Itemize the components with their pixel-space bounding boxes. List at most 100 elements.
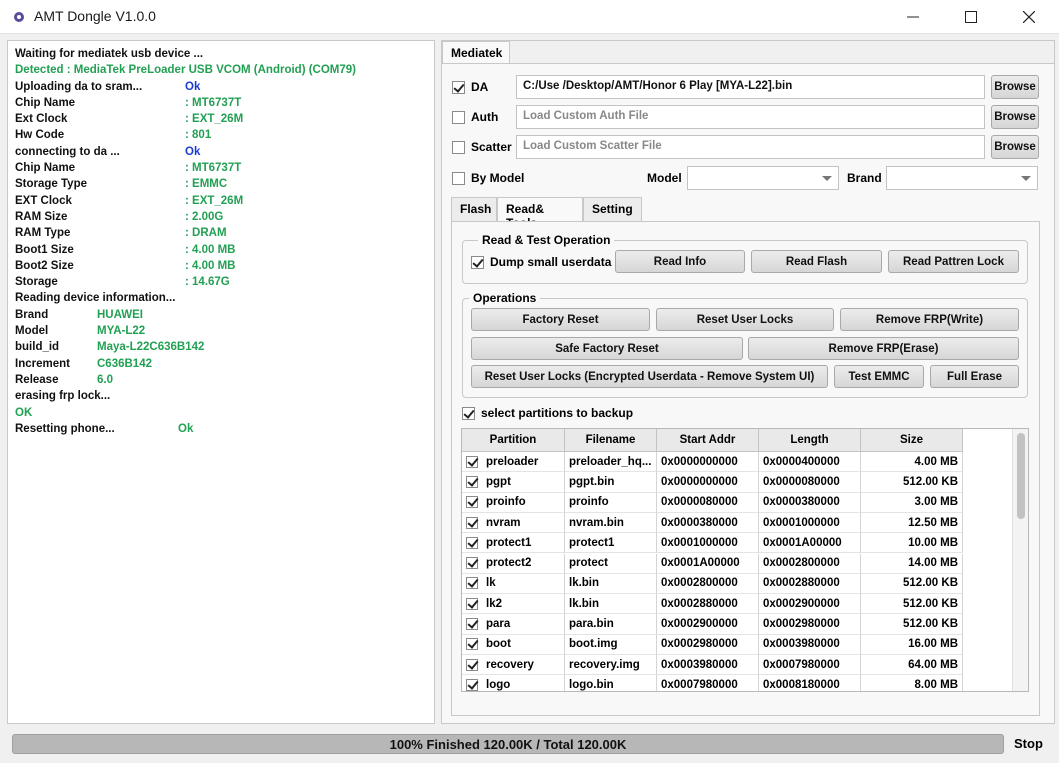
cell-text: nvram <box>486 516 521 529</box>
row-checkbox[interactable] <box>466 516 478 529</box>
row-checkbox[interactable] <box>466 475 478 488</box>
cell-text: 64.00 MB <box>908 658 958 671</box>
auth-file-field[interactable]: Load Custom Auth File <box>516 105 985 129</box>
dump-userdata-checkbox[interactable] <box>471 256 484 269</box>
cell-text: nvram.bin <box>569 516 624 529</box>
row-checkbox[interactable] <box>466 618 478 631</box>
tab-setting[interactable]: Setting <box>583 197 642 221</box>
close-button[interactable] <box>1006 0 1052 34</box>
table-cell: pgpt <box>462 472 565 493</box>
read-pattern-lock-button[interactable]: Read Pattren Lock <box>888 250 1019 273</box>
test-emmc-button[interactable]: Test EMMC <box>834 365 924 388</box>
row-checkbox[interactable] <box>466 557 478 570</box>
minimize-icon <box>907 16 919 18</box>
scatter-checkbox[interactable] <box>452 141 465 154</box>
scrollbar-thumb[interactable] <box>1017 433 1025 519</box>
row-checkbox[interactable] <box>466 638 478 651</box>
maximize-icon <box>965 11 977 23</box>
remove-frp-write-button[interactable]: Remove FRP(Write) <box>840 308 1019 331</box>
scatter-file-field[interactable]: Load Custom Scatter File <box>516 135 985 159</box>
safe-factory-reset-button[interactable]: Safe Factory Reset <box>471 337 743 360</box>
table-cell: 3.00 MB <box>861 492 963 513</box>
cell-text: 0x0002800000 <box>661 577 738 590</box>
row-checkbox[interactable] <box>466 678 478 691</box>
row-checkbox[interactable] <box>466 597 478 610</box>
table-cell: recovery.img <box>565 655 657 676</box>
row-checkbox[interactable] <box>466 577 478 590</box>
row-checkbox[interactable] <box>466 455 478 468</box>
log-value: : 801 <box>185 129 212 142</box>
table-cell: 0x0000380000 <box>759 492 861 513</box>
row-checkbox[interactable] <box>466 496 478 509</box>
table-row[interactable]: recovery recovery.img 0x0003980000 0x000798… <box>462 655 963 676</box>
table-row[interactable]: lk lk.bin 0x0002800000 0x0002880000 512.00 K… <box>462 573 963 595</box>
cell-text: para.bin <box>569 618 614 631</box>
column-header-partition[interactable]: Partition <box>462 429 565 452</box>
table-cell: lk.bin <box>565 594 657 615</box>
cell-text: 0x0002900000 <box>661 618 738 631</box>
da-checkbox[interactable] <box>452 81 465 94</box>
remove-frp-erase-button[interactable]: Remove FRP(Erase) <box>748 337 1019 360</box>
backup-partitions-checkbox[interactable] <box>462 407 475 420</box>
cell-text: logo <box>486 678 511 691</box>
stop-button[interactable]: Stop <box>1014 736 1043 751</box>
chevron-down-icon <box>822 176 832 181</box>
table-row[interactable]: para para.bin 0x0002900000 0x0002980000 512.… <box>462 614 963 635</box>
table-row[interactable]: lk2 lk.bin 0x0002880000 0x0002900000 512.00 … <box>462 594 963 615</box>
auth-browse-button[interactable]: Browse <box>991 105 1039 129</box>
row-checkbox[interactable] <box>466 658 478 671</box>
table-row[interactable]: protect2 protect 0x0001A00000 0x0002800000 1… <box>462 553 963 574</box>
full-erase-button[interactable]: Full Erase <box>930 365 1019 388</box>
table-row[interactable]: preloader preloader_hq... 0x0000000000 0x00… <box>462 452 963 473</box>
log-value: : MT6737T <box>185 96 242 109</box>
table-row[interactable]: protect1 protect1 0x0001000000 0x0001A00000… <box>462 533 963 554</box>
log-key: Ext Clock <box>15 113 68 126</box>
tab-flash[interactable]: Flash <box>451 197 497 221</box>
table-cell: 0x0008180000 <box>759 675 861 691</box>
da-file-field[interactable]: C:/Use /Desktop/AMT/Honor 6 Play [MYA-L2… <box>516 75 985 99</box>
maximize-button[interactable] <box>948 0 994 34</box>
table-row[interactable]: logo logo.bin 0x0007980000 0x0008180000 8.00… <box>462 675 963 691</box>
reset-user-locks-button[interactable]: Reset User Locks <box>656 308 834 331</box>
table-row[interactable]: pgpt pgpt.bin 0x0000000000 0x0000080000 512.… <box>462 472 963 493</box>
tab-read-tools[interactable]: Read& Tools <box>497 197 583 230</box>
factory-reset-button[interactable]: Factory Reset <box>471 308 650 331</box>
read-info-button[interactable]: Read Info <box>615 250 745 273</box>
bymodel-label: By Model <box>471 171 525 185</box>
auth-checkbox[interactable] <box>452 111 465 124</box>
log-key: Chip Name <box>15 96 76 109</box>
log-key: EXT Clock <box>15 194 72 207</box>
table-cell: protect <box>565 553 657 574</box>
reset-user-locks-encrypted-button[interactable]: Reset User Locks (Encrypted Userdata - R… <box>471 365 828 388</box>
minimize-button[interactable] <box>890 0 936 34</box>
column-header-size[interactable]: Size <box>861 429 963 452</box>
table-cell: 0x0002980000 <box>657 634 759 655</box>
tab-mediatek[interactable]: Mediatek <box>442 41 510 64</box>
scatter-browse-button[interactable]: Browse <box>991 135 1039 159</box>
column-header-filename[interactable]: Filename <box>565 429 657 452</box>
cell-text: 0x0002900000 <box>763 597 840 610</box>
da-browse-button[interactable]: Browse <box>991 75 1039 99</box>
table-row[interactable]: proinfo proinfo 0x0000080000 0x0000380000 3.… <box>462 492 963 513</box>
table-row[interactable]: nvram nvram.bin 0x0000380000 0x0001000000 12… <box>462 512 963 534</box>
table-cell: 0x0001000000 <box>759 512 861 534</box>
log-key: build_id <box>15 341 60 354</box>
table-scrollbar[interactable] <box>1012 429 1028 691</box>
table-row[interactable]: boot boot.img 0x0002980000 0x0003980000 16.0… <box>462 634 963 655</box>
model-select[interactable] <box>687 166 839 190</box>
table-cell: 12.50 MB <box>861 512 963 534</box>
table-cell: lk2 <box>462 594 565 615</box>
read-flash-button[interactable]: Read Flash <box>751 250 882 273</box>
table-cell: nvram <box>462 512 565 534</box>
table-cell: 0x0000000000 <box>657 472 759 493</box>
bymodel-checkbox[interactable] <box>452 172 465 185</box>
cell-text: 0x0000000000 <box>661 455 738 468</box>
brand-select[interactable] <box>886 166 1038 190</box>
column-header-length[interactable]: Length <box>759 429 861 452</box>
table-cell: 16.00 MB <box>861 634 963 655</box>
tab-setting-label: Setting <box>592 202 633 216</box>
column-header-start-addr[interactable]: Start Addr <box>657 429 759 452</box>
row-checkbox[interactable] <box>466 536 478 549</box>
log-line: Resetting phone... Ok <box>15 423 434 439</box>
table-cell: boot <box>462 634 565 655</box>
